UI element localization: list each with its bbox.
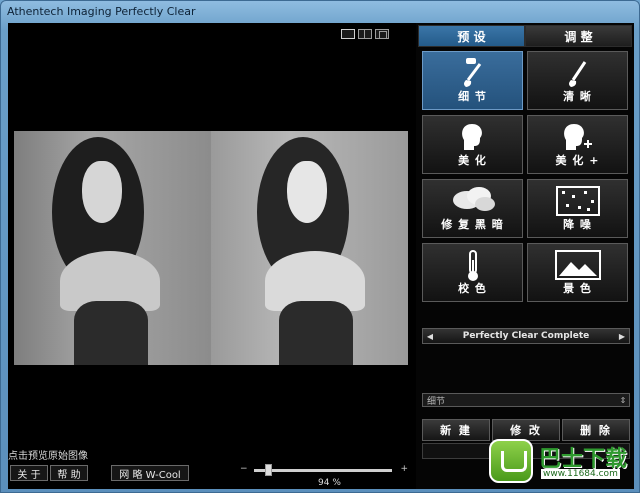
brand-button[interactable]: 网 略 W-Cool — [111, 465, 189, 481]
zoom-level: 94 % — [318, 478, 341, 488]
preset-label: 美 化 — [458, 154, 487, 167]
site-watermark: 巴士下载 www.11684.com — [489, 435, 639, 491]
panel-tabs: 预 设 调 整 — [418, 25, 632, 47]
preset-color-correct[interactable]: 校 色 — [422, 243, 523, 302]
preset-landscape[interactable]: 景 色 — [527, 243, 628, 302]
about-button[interactable]: 关 于 — [10, 465, 48, 481]
zoom-in-icon[interactable]: + — [400, 464, 408, 474]
view-mode-toggle — [341, 29, 389, 39]
preset-label: 景 色 — [563, 282, 592, 295]
preset-label: 美 化 + — [555, 154, 600, 167]
preset-selector[interactable]: ◀ Perfectly Clear Complete ▶ — [422, 328, 630, 344]
window-title: Athentech Imaging Perfectly Clear — [7, 5, 196, 18]
face-shape — [82, 161, 122, 223]
description-value: 细节 — [427, 396, 446, 407]
client-area: 点击预览原始图像 关 于 帮 助 网 略 W-Cool − + 94 % 确 预… — [8, 23, 634, 489]
tab-presets[interactable]: 预 设 — [418, 25, 525, 47]
landscape-icon — [554, 250, 601, 280]
preset-panel: 预 设 调 整 细 节 清 晰 美 化 美 化 + 修 复 黑 暗 降 噪 校 … — [416, 23, 634, 489]
preset-selector-value: Perfectly Clear Complete — [462, 331, 590, 341]
face-profile-plus-icon — [563, 124, 592, 150]
original-image — [14, 131, 211, 365]
preset-grid: 细 节 清 晰 美 化 美 化 + 修 复 黑 暗 降 噪 校 色 景 色 — [422, 51, 630, 302]
previous-preset-icon[interactable]: ◀ — [423, 332, 437, 341]
new-button[interactable]: 新 建 — [422, 419, 490, 441]
preset-fix-dark[interactable]: 修 复 黑 暗 — [422, 179, 523, 238]
status-text: 点击预览原始图像 — [8, 451, 88, 462]
brush-hd-icon — [463, 58, 481, 87]
zoom-slider-thumb[interactable] — [264, 464, 272, 476]
app-window: Athentech Imaging Perfectly Clear 点击预览原始… — [0, 0, 640, 493]
preset-label: 校 色 — [458, 282, 487, 295]
noise-icon — [555, 186, 600, 216]
cloud-icon — [452, 187, 495, 211]
preset-label: 降 噪 — [563, 218, 592, 231]
tab-adjust[interactable]: 调 整 — [525, 25, 632, 47]
face-profile-icon — [461, 124, 482, 150]
thermometer-icon — [467, 250, 478, 281]
help-button[interactable]: 帮 助 — [50, 465, 88, 481]
image-preview[interactable] — [14, 131, 408, 365]
preset-clarity[interactable]: 清 晰 — [527, 51, 628, 110]
preset-label: 修 复 黑 暗 — [441, 218, 504, 231]
brush-icon — [568, 61, 586, 87]
preset-detail[interactable]: 细 节 — [422, 51, 523, 110]
dress-shape — [279, 301, 353, 365]
preset-label: 细 节 — [458, 90, 487, 103]
split-view-icon[interactable] — [358, 29, 372, 39]
preset-label: 清 晰 — [563, 90, 592, 103]
watermark-logo-icon — [489, 439, 533, 483]
watermark-url: www.11684.com — [541, 469, 620, 479]
side-by-side-view-icon[interactable] — [375, 29, 389, 39]
title-bar[interactable]: Athentech Imaging Perfectly Clear — [1, 1, 639, 23]
zoom-out-icon[interactable]: − — [240, 464, 248, 474]
face-shape — [287, 161, 327, 223]
zoom-slider-track[interactable] — [254, 469, 392, 472]
dress-shape — [74, 301, 148, 365]
next-preset-icon[interactable]: ▶ — [615, 332, 629, 341]
preset-beautify-plus[interactable]: 美 化 + — [527, 115, 628, 174]
single-view-icon[interactable] — [341, 29, 355, 39]
preset-beautify[interactable]: 美 化 — [422, 115, 523, 174]
preset-description-dropdown[interactable]: 细节 ⇕ — [422, 393, 630, 407]
zoom-slider[interactable]: − + — [238, 464, 408, 476]
chevron-down-icon: ⇕ — [619, 395, 627, 405]
corrected-image — [211, 131, 408, 365]
preset-denoise[interactable]: 降 噪 — [527, 179, 628, 238]
